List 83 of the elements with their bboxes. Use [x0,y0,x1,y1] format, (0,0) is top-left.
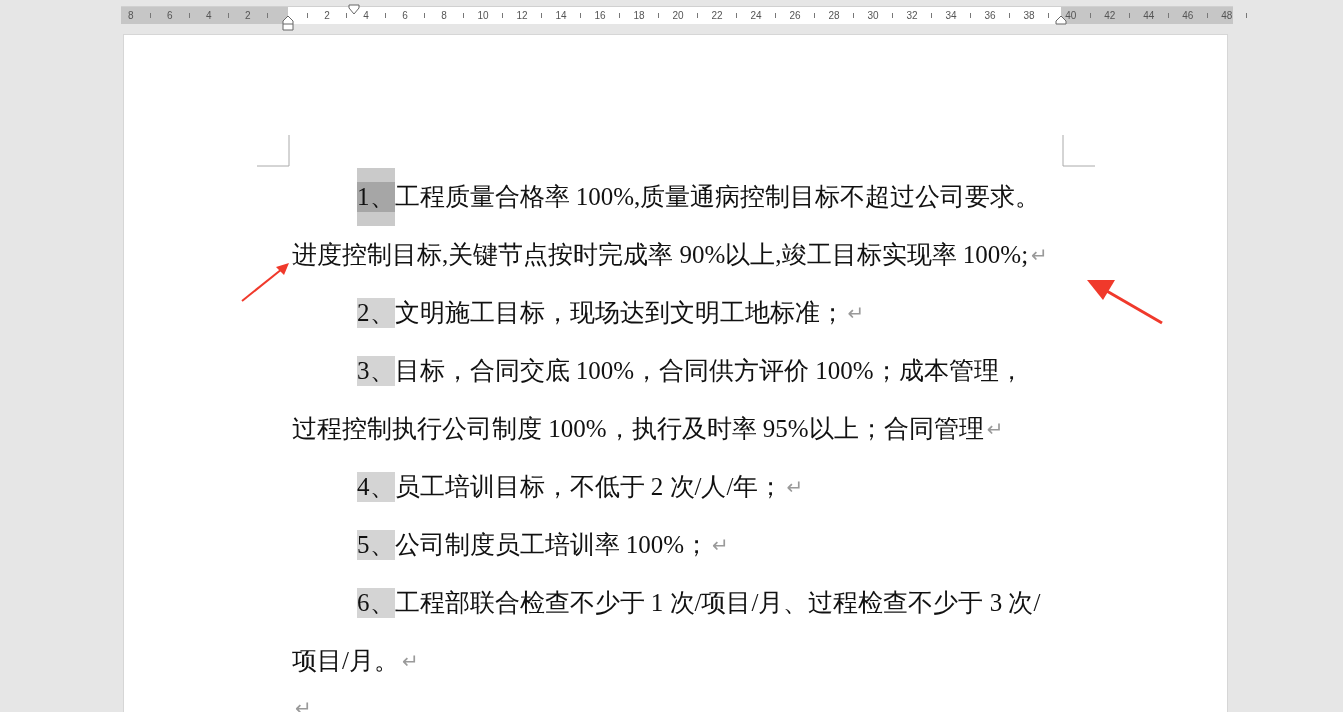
body-text: 过程控制执行公司制度 100%，执行及时率 95%以上；合同管理 [292,414,984,444]
right-indent-icon[interactable] [1055,15,1067,25]
ruler-number: 8 [126,9,135,23]
ruler-tick [1167,13,1169,18]
ruler-number: 28 [827,9,841,23]
ruler-number: 26 [788,9,802,23]
ruler-tick [853,13,854,18]
ruler-tick [1245,13,1247,18]
ruler-number: 16 [593,9,607,23]
ruler-tick [1089,13,1091,18]
ruler-tick [1206,13,1208,18]
ruler-number: 20 [671,9,685,23]
body-text: 工程部联合检查不少于 1 次/项目/月、过程检查不少于 3 次/ [394,588,1041,618]
ruler-tick [736,13,737,18]
ruler-tick [970,13,971,18]
ruler-number: 42 [1103,9,1117,23]
body-text: 员工培训目标，不低于 2 次/人/年； [394,472,784,502]
paragraph-mark: ↵ [1031,245,1048,265]
ruler-tick [658,13,659,18]
ruler-tick [266,13,268,18]
list-number: 6、 [357,588,395,618]
ruler-tick [775,13,776,18]
ruler-tick [931,13,932,18]
ruler-tick [188,13,190,18]
ruler-number: 6 [165,9,174,23]
ruler-tick [541,13,542,18]
body-text: 公司制度员工培训率 100%； [394,530,710,560]
ruler-tick [346,13,347,18]
ruler-tick [1128,13,1130,18]
ruler-tick [385,13,386,18]
list-number: 4、 [357,472,395,502]
ruler-number: 30 [866,9,880,23]
ruler-number: 38 [1022,9,1036,23]
list-number: 2、 [357,298,395,328]
ruler-number: 34 [944,9,958,23]
ruler-tick [619,13,620,18]
margin-corner-icon [1062,135,1095,167]
ruler-tick [227,13,229,18]
ruler-number: 2 [323,9,331,23]
body-text: 工程质量合格率 100%,质量通病控制目标不超过公司要求。 [394,182,1041,212]
ruler-tick [307,13,308,18]
ruler-number: 18 [632,9,646,23]
arrow-icon [240,261,292,303]
paragraph-mark: ↵ [712,535,729,555]
list-number: 3、 [357,356,395,386]
ruler-tick [149,13,151,18]
ruler-number: 4 [362,9,370,23]
ruler-number: 48 [1220,9,1234,23]
body-text: 目标，合同交底 100%，合同供方评价 100%；成本管理， [394,356,1024,386]
ruler-tick [580,13,581,18]
body-text: 项目/月。 [292,646,399,676]
margin-corner-icon [257,135,290,167]
ruler-number: 2 [243,9,252,23]
ruler-tick [892,13,893,18]
first-line-indent-icon[interactable] [348,4,360,16]
ruler-tick [424,13,425,18]
ruler-number: 6 [401,9,409,23]
ruler-tick [1048,13,1049,18]
ruler-number: 40 [1064,9,1078,23]
hanging-indent-icon[interactable] [282,15,294,31]
ruler-number: 24 [749,9,763,23]
ruler-number: 44 [1142,9,1156,23]
ruler-number: 10 [476,9,490,23]
ruler-number: 32 [905,9,919,23]
ruler-number: 4 [204,9,213,23]
paragraph-mark: ↵ [786,477,804,497]
ruler-number: 12 [515,9,529,23]
paragraph-mark: ↵ [401,651,419,671]
body-text: 文明施工目标，现场达到文明工地标准； [394,298,845,328]
ruler-tick [463,13,464,18]
ruler-tick [502,13,503,18]
ruler-tick [697,13,698,18]
list-number: 5、 [357,530,395,560]
ruler-number: 8 [440,9,448,23]
paragraph-mark: ↵ [986,419,1004,439]
ruler-tick [814,13,815,18]
ruler-number: 22 [710,9,724,23]
body-text: 进度控制目标,关键节点按时完成率 90%以上,竣工目标实现率 100%; [292,240,1029,270]
paragraph-mark: ↵ [847,303,865,323]
ruler-number: 14 [554,9,568,23]
ruler-number: 36 [983,9,997,23]
ruler-number: 46 [1181,9,1195,23]
ruler-tick [1009,13,1010,18]
